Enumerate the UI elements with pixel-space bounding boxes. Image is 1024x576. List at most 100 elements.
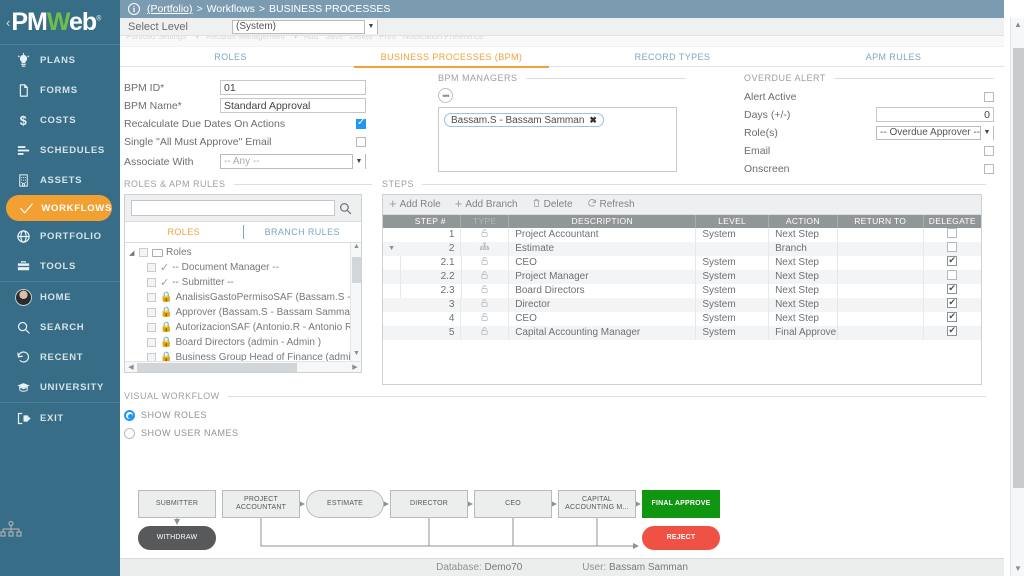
single-email-checkbox[interactable] [356, 137, 366, 147]
workflow-node-capital-accounting-manager[interactable]: CAPITAL ACCOUNTING M... [558, 490, 636, 518]
tree-node-checkbox[interactable] [147, 278, 156, 287]
chevron-down-icon[interactable]: ▼ [364, 20, 377, 34]
add-branch-button[interactable]: +Add Branch [455, 199, 518, 211]
column-header-action[interactable]: ACTION [769, 215, 838, 228]
add-role-button[interactable]: +Add Role [389, 199, 441, 211]
email-checkbox[interactable] [984, 146, 994, 156]
delegate-checkbox[interactable] [947, 298, 957, 308]
column-header-description[interactable]: DESCRIPTION [509, 215, 696, 228]
tab-record-types[interactable]: RECORD TYPES [562, 47, 783, 67]
delegate-checkbox[interactable] [947, 256, 957, 266]
scroll-down-icon[interactable]: ▼ [351, 350, 361, 361]
tree-node-checkbox[interactable] [147, 323, 156, 332]
workflow-node-final-approve[interactable]: FINAL APPROVE [642, 490, 720, 518]
info-icon[interactable]: i [128, 3, 140, 15]
page-scroll-thumb[interactable] [1013, 48, 1024, 488]
workflow-node-withdraw[interactable]: WITHDRAW [138, 526, 216, 550]
hscroll-thumb[interactable] [137, 363, 297, 372]
tree-tab-branch-rules[interactable]: BRANCH RULES [244, 222, 362, 242]
sidebar-item-university[interactable]: UNIVERSITY [0, 372, 120, 402]
days-input[interactable]: 0 [876, 107, 994, 122]
bpm-managers-list[interactable]: Bassam.S - Bassam Samman✖ [438, 107, 677, 172]
tree-node[interactable]: 🔒Approver (Bassam.S - Bassam Samman) [125, 305, 361, 320]
tree-node[interactable]: ✓-- Submitter -- [125, 275, 361, 290]
tree-node-checkbox[interactable] [147, 293, 156, 302]
pmweb-logo[interactable]: ‹ PMWeb® [0, 0, 120, 44]
column-header-step[interactable]: STEP # [400, 215, 461, 228]
delegate-checkbox[interactable] [947, 242, 957, 252]
delegate-checkbox[interactable] [947, 228, 957, 238]
tab-apm-rules[interactable]: APM RULES [783, 47, 1004, 67]
sidebar-item-forms[interactable]: FORMS [0, 75, 120, 105]
bpm-name-input[interactable]: Standard Approval [220, 98, 366, 113]
scroll-left-icon[interactable]: ◀ [125, 362, 137, 373]
scroll-right-icon[interactable]: ▶ [349, 362, 361, 373]
manager-chip[interactable]: Bassam.S - Bassam Samman✖ [444, 113, 604, 127]
breadcrumb-workflows[interactable]: Workflows [207, 3, 255, 15]
roles-search-input[interactable] [131, 200, 335, 216]
breadcrumb-portfolio[interactable]: (Portfolio) [147, 3, 193, 15]
vscroll-thumb[interactable] [352, 257, 361, 283]
tree-node[interactable]: 🔒Board Directors (admin - Admin ) [125, 335, 361, 350]
delegate-checkbox[interactable] [947, 270, 957, 280]
row-expander[interactable] [383, 298, 400, 312]
roles-tree-vscrollbar[interactable]: ▲ ▼ [350, 243, 361, 361]
remove-icon[interactable]: ✖ [589, 115, 597, 126]
workflow-node-director[interactable]: DIRECTOR [390, 490, 468, 518]
tree-node[interactable]: 🔒AnalisisGastoPermisoSAF (Bassam.S - Bas… [125, 290, 361, 305]
table-row[interactable]: 2.1CEOSystemNext Step [383, 256, 981, 270]
column-header-delegate[interactable]: DELEGATE [924, 215, 981, 228]
table-row[interactable]: ▼2EstimateBranch [383, 242, 981, 256]
sidebar-item-tools[interactable]: TOOLS [0, 251, 120, 281]
radio-button[interactable] [124, 410, 135, 421]
row-expander[interactable] [383, 256, 400, 270]
column-header-return-to[interactable]: RETURN TO [838, 215, 924, 228]
sidebar-item-search[interactable]: SEARCH [0, 312, 120, 342]
tree-node-checkbox[interactable] [147, 338, 156, 347]
row-expander[interactable]: ▼ [383, 242, 400, 256]
delegate-checkbox[interactable] [947, 326, 957, 336]
page-vscrollbar[interactable]: ▲ ▼ [1010, 18, 1024, 576]
table-row[interactable]: 2.3Board DirectorsSystemNext Step [383, 284, 981, 298]
expand-collapse-icon[interactable]: ◢ [129, 249, 139, 257]
row-expander[interactable] [383, 228, 400, 242]
select-level-dropdown[interactable]: (System) ▼ [232, 20, 378, 34]
row-expander[interactable] [383, 312, 400, 326]
tree-node-checkbox[interactable] [147, 308, 156, 317]
alert-active-checkbox[interactable] [984, 92, 994, 102]
tab-roles[interactable]: ROLES [120, 47, 341, 67]
tree-node-checkbox[interactable] [147, 263, 156, 272]
sidebar-item-plans[interactable]: PLANS [0, 45, 120, 75]
tree-tab-roles[interactable]: ROLES [125, 222, 243, 242]
workflow-node-estimate[interactable]: ESTIMATE [306, 490, 384, 518]
radio-show-roles[interactable]: SHOW ROLES [124, 406, 986, 424]
sidebar-item-schedules[interactable]: SCHEDULES [0, 135, 120, 165]
row-expander[interactable] [383, 270, 400, 284]
bpm-managers-picker-button[interactable]: ••• [438, 88, 453, 103]
delete-button[interactable]: Delete [532, 198, 573, 211]
chevron-down-icon[interactable]: ▼ [980, 126, 993, 140]
recalculate-checkbox[interactable] [356, 119, 366, 129]
delegate-checkbox[interactable] [947, 284, 957, 294]
tree-node[interactable]: 🔒AutorizacionSAF (Antonio.R - Antonio Re… [125, 320, 361, 335]
sidebar-item-costs[interactable]: $COSTS [0, 105, 120, 135]
workflow-node-submitter[interactable]: SUBMITTER [138, 490, 216, 518]
tree-node-checkbox[interactable] [147, 353, 156, 361]
column-header-type[interactable]: TYPE [461, 215, 509, 228]
row-expander[interactable] [383, 284, 400, 298]
workflow-node-reject[interactable]: REJECT [642, 526, 720, 550]
magnifier-icon[interactable] [335, 202, 355, 215]
table-row[interactable]: 5Capital Accounting ManagerSystemFinal A… [383, 326, 981, 340]
table-row[interactable]: 3DirectorSystemNext Step [383, 298, 981, 312]
tree-node[interactable]: ◢Roles [125, 245, 361, 260]
onscreen-checkbox[interactable] [984, 164, 994, 174]
workflow-node-ceo[interactable]: CEO [474, 490, 552, 518]
delegate-checkbox[interactable] [947, 312, 957, 322]
page-scroll-up-icon[interactable]: ▲ [1011, 18, 1024, 32]
table-row[interactable]: 4CEOSystemNext Step [383, 312, 981, 326]
row-expander[interactable] [383, 326, 400, 340]
page-scroll-down-icon[interactable]: ▼ [1011, 562, 1024, 576]
column-header-level[interactable]: LEVEL [696, 215, 769, 228]
sidebar-item-home[interactable]: HOME [0, 282, 120, 312]
associate-with-dropdown[interactable]: -- Any -- ▼ [220, 154, 366, 169]
